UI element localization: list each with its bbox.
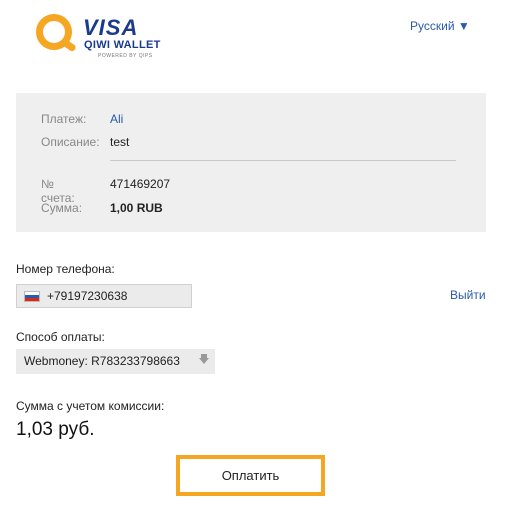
language-label: Русский bbox=[410, 19, 455, 33]
payment-info-panel: Платеж: Ali Описание: test № счета: 4714… bbox=[16, 93, 486, 232]
payment-method-label: Способ оплаты: bbox=[16, 330, 105, 344]
sum-label: Сумма: bbox=[41, 201, 83, 215]
phone-value: +79197230638 bbox=[47, 289, 128, 303]
payment-method-value: Webmoney: R783233798663 bbox=[24, 354, 180, 368]
logo-powered-text: POWERED BY QIPS bbox=[98, 53, 153, 59]
qiwi-wallet-logo: VISA QIWI WALLET POWERED BY QIPS bbox=[36, 12, 166, 64]
sum-value: 1,00 RUB bbox=[110, 201, 163, 215]
divider bbox=[110, 160, 456, 161]
pay-button[interactable]: Оплатить bbox=[176, 455, 325, 496]
description-value: test bbox=[110, 135, 130, 149]
account-value: 471469207 bbox=[110, 177, 171, 191]
phone-field[interactable]: +79197230638 bbox=[16, 284, 192, 308]
arrow-down-icon bbox=[199, 358, 209, 364]
logo-qiwi-text: QIWI WALLET bbox=[84, 39, 161, 51]
payment-method-select[interactable]: Webmoney: R783233798663 bbox=[16, 349, 215, 374]
chevron-down-icon: ▼ bbox=[457, 19, 470, 33]
payment-value[interactable]: Ali bbox=[110, 112, 123, 126]
total-amount: 1,03 руб. bbox=[16, 419, 95, 440]
total-label: Сумма с учетом комиссии: bbox=[16, 399, 165, 413]
logo-visa-text: VISA bbox=[83, 15, 139, 40]
language-selector[interactable]: Русский ▼ bbox=[410, 19, 470, 33]
phone-label: Номер телефона: bbox=[16, 262, 115, 276]
description-label: Описание: bbox=[41, 135, 100, 149]
russia-flag-icon bbox=[24, 291, 40, 302]
payment-label: Платеж: bbox=[41, 112, 87, 126]
logout-link[interactable]: Выйти bbox=[450, 288, 486, 302]
